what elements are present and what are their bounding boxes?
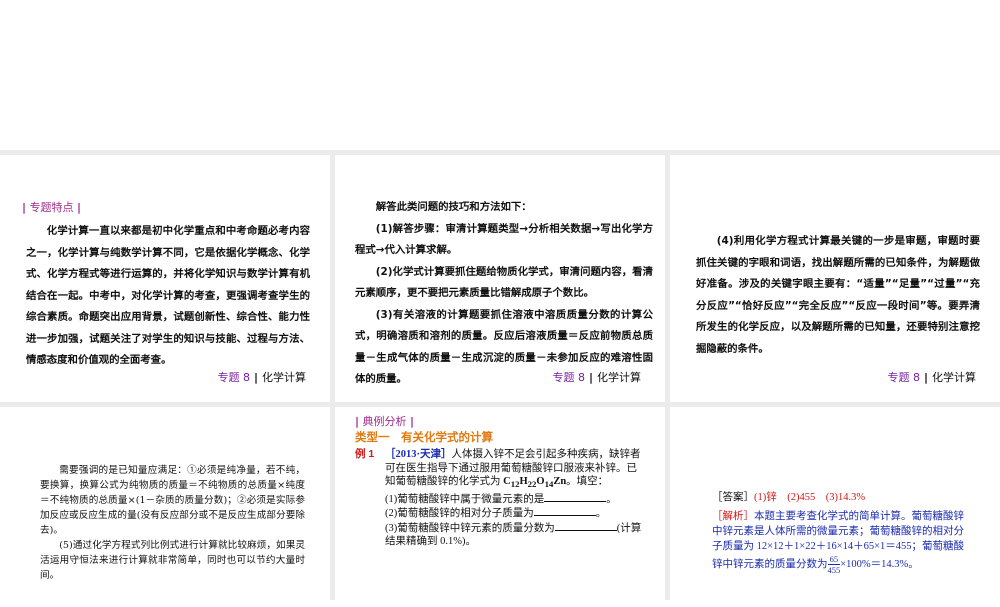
slide-3[interactable]: (4)利用化学方程式计算最关键的一步是审题，审题时要抓住关键的字眼和词语，找出解… (670, 155, 1000, 402)
slide-2[interactable]: 解答此类问题的技巧和方法如下： (1)解答步骤：审清计算题类型→分析相关数据→写… (335, 155, 665, 402)
methods-intro: 解答此类问题的技巧和方法如下： (375, 201, 532, 213)
slide-grid: | 专题特点 | 化学计算一直以来都是初中化学重点和中考命题必考内容之一，化学计… (0, 150, 1000, 607)
answer-blank-1[interactable] (544, 492, 607, 502)
answer-line: ［答案］(1)锌 (2)455 (3)14.3% (712, 492, 866, 503)
slide-footer: 专题 8 | 化学计算 (887, 371, 976, 384)
section-heading: | 专题特点 | (22, 201, 82, 214)
slide-footer: 专题 8 | 化学计算 (552, 371, 641, 384)
question-2: (2)葡萄糖酸锌的相对分子质量为 (385, 508, 534, 520)
example-label: 例 1 (355, 448, 375, 460)
slide-6[interactable]: ［答案］(1)锌 (2)455 (3)14.3% ［解析］本题主要考查化学式的简… (670, 407, 1000, 607)
analysis-text: ［解析］本题主要考查化学式的简单计算。葡萄糖酸锌中锌元素是人体所需的微量元素；葡… (712, 511, 965, 575)
known-quantity-note: 需要强调的是已知量应满足：①必须是纯净量，若不纯，要换算，换算公式为纯物质的质量… (40, 465, 305, 536)
method-4: (4)利用化学方程式计算最关键的一步是审题，审题时要抓住关键的字眼和词语，找出解… (696, 235, 980, 355)
slide-5[interactable]: | 典例分析 | 类型一 有关化学式的计算 例 1 ［2013·天津］人体摄入锌… (335, 407, 665, 607)
method-5: (5)通过化学方程式列比例式进行计算就比较麻烦，如果灵活运用守恒法来进行计算就非… (40, 540, 305, 581)
fraction: 65 455 (827, 554, 841, 575)
intro-paragraph: 化学计算一直以来都是初中化学重点和中考命题必考内容之一，化学计算与纯数学计算不同… (26, 225, 310, 366)
question-1: (1)葡萄糖酸锌中属于微量元素的是 (385, 493, 545, 505)
chemical-formula: C12H22O14Zn (503, 476, 567, 490)
method-2: (2)化学式计算要抓住题给物质化学式，审清问题内容，看清元素顺序，更不要把元素质… (355, 265, 653, 300)
example-1: 例 1 ［2013·天津］人体摄入锌不足会引起多种疾病，缺锌者可在医生指导下通过… (355, 448, 642, 548)
question-3: (3)葡萄糖酸锌中锌元素的质量分数为 (385, 522, 555, 534)
example-source: ［2013·天津］ (385, 449, 452, 460)
slide-4[interactable]: 需要强调的是已知量应满足：①必须是纯净量，若不纯，要换算，换算公式为纯物质的质量… (0, 407, 330, 607)
method-1: (1)解答步骤：审清计算题类型→分析相关数据→写出化学方程式→代入计算求解。 (355, 222, 653, 257)
slide-1[interactable]: | 专题特点 | 化学计算一直以来都是初中化学重点和中考命题必考内容之一，化学计… (0, 155, 330, 402)
answer-blank-3[interactable] (554, 521, 617, 531)
slide-footer: 专题 8 | 化学计算 (217, 371, 306, 384)
section-heading: | 典例分析 | (355, 415, 415, 428)
type-heading: 类型一 有关化学式的计算 (355, 430, 493, 444)
answer-blank-2[interactable] (533, 506, 596, 517)
